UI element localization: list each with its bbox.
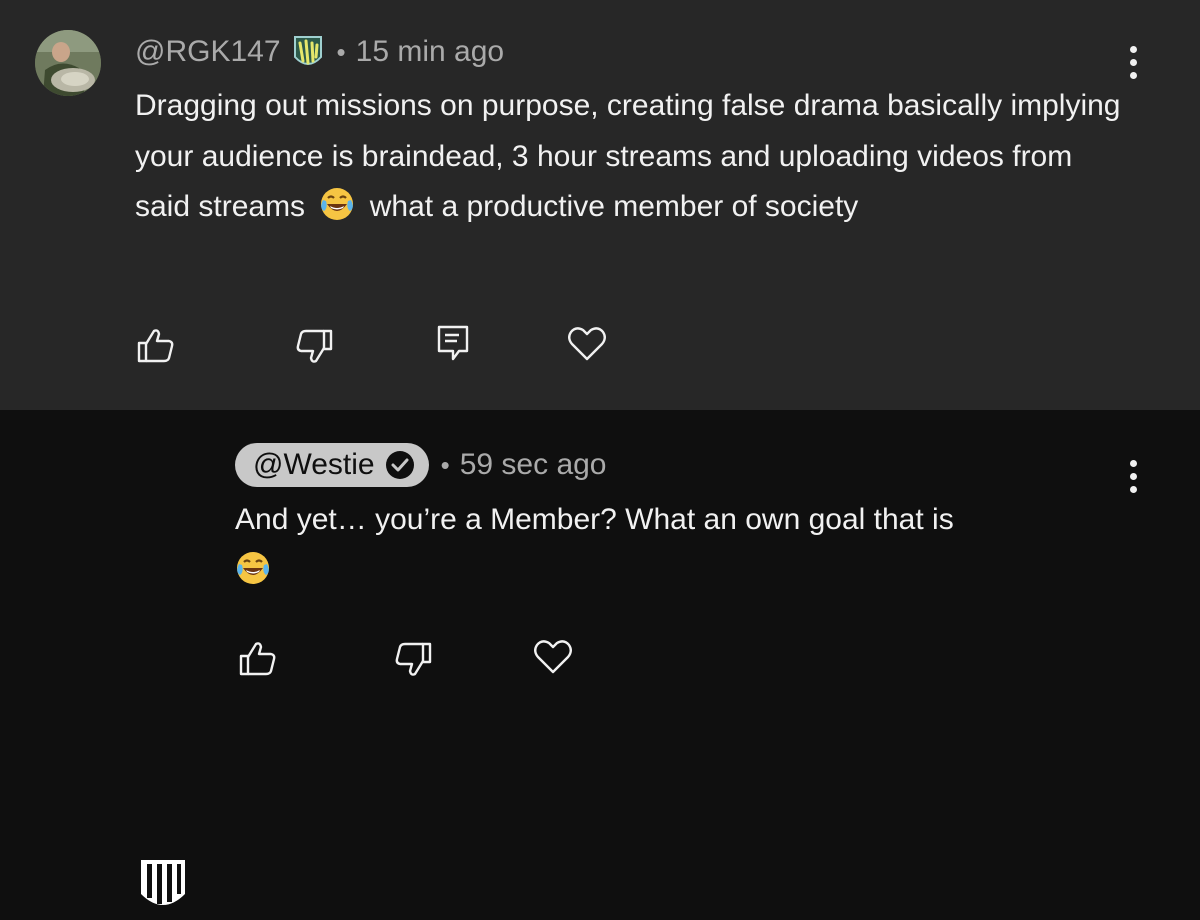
channel-logo-avatar[interactable]: [135, 854, 191, 920]
verified-icon: [385, 451, 414, 479]
more-options-icon[interactable]: [1128, 460, 1138, 496]
comment-header: @Westie • 59 sec ago: [235, 443, 607, 487]
avatar[interactable]: [35, 30, 101, 96]
comment-text-part: what a productive member of society: [369, 190, 859, 223]
comment-text-part: And yet… you’re a Member? What an own go…: [235, 503, 954, 536]
thumbs-down-icon[interactable]: [392, 638, 434, 680]
meta-separator: •: [336, 36, 346, 67]
creator-chip[interactable]: @Westie: [235, 443, 429, 487]
comment-text: Dragging out missions on purpose, creati…: [135, 81, 1135, 233]
comment-header: @RGK147 • 15 min ago: [135, 30, 504, 74]
heart-icon[interactable]: [532, 636, 574, 678]
reply-icon[interactable]: [433, 323, 475, 365]
laughing-emoji-icon: [237, 551, 269, 584]
comment-text: And yet… you’re a Member? What an own go…: [235, 495, 1135, 596]
thumbs-up-icon[interactable]: [135, 325, 177, 367]
comment-author: @Westie: [253, 448, 375, 481]
comment-timestamp[interactable]: 59 sec ago: [460, 448, 607, 482]
meta-separator: •: [440, 449, 450, 480]
avatar-photo: [35, 30, 101, 96]
more-options-icon[interactable]: [1128, 46, 1138, 82]
top-comment: @RGK147 • 15 min ago Dragging out missio…: [0, 0, 1200, 410]
thumbs-up-icon[interactable]: [237, 638, 279, 680]
reply-comment: @Westie • 59 sec ago And yet… you’re a M…: [0, 410, 1200, 905]
thumbs-down-icon[interactable]: [293, 325, 335, 367]
comment-author[interactable]: @RGK147: [135, 35, 281, 69]
laughing-emoji-icon: [321, 188, 354, 220]
heart-icon[interactable]: [566, 323, 608, 365]
comment-timestamp[interactable]: 15 min ago: [356, 35, 504, 69]
member-badge-icon: [293, 36, 322, 65]
